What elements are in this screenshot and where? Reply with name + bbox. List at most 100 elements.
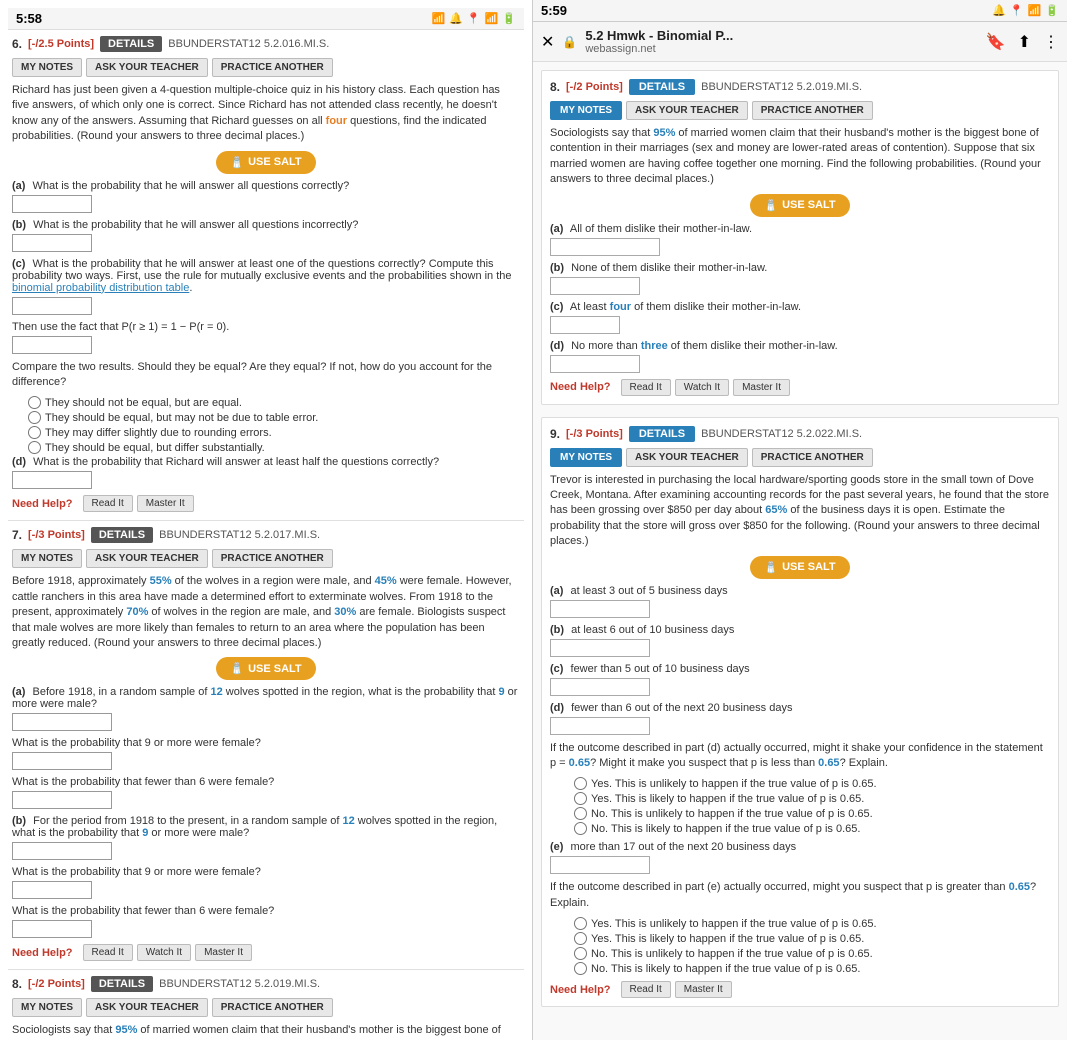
q8r-sub-c: (c) At least four of them dislike their … (550, 301, 1050, 334)
q7-read-it-btn[interactable]: Read It (83, 944, 133, 961)
q9-radio-d-3-input[interactable] (574, 807, 587, 820)
q6-master-it-btn[interactable]: Master It (137, 495, 194, 512)
q9-radio-e-2-input[interactable] (574, 932, 587, 945)
q9-b-input[interactable] (550, 639, 650, 657)
bookmark-icon[interactable]: 🔖 (986, 32, 1006, 52)
q9-radio-d-2: Yes. This is likely to happen if the tru… (574, 792, 1050, 805)
lock-icon: 🔒 (562, 35, 577, 49)
q8r-watch-it-btn[interactable]: Watch It (675, 379, 729, 396)
q7-b1-input[interactable] (12, 842, 112, 860)
q7-use-salt-btn[interactable]: 🧂 USE SALT (216, 657, 315, 680)
q6-use-salt-btn[interactable]: 🧂 USE SALT (216, 151, 315, 174)
q9-need-help: Need Help? (550, 984, 611, 996)
q9-radio-e-4: No. This is likely to happen if the true… (574, 962, 1050, 975)
close-icon[interactable]: ✕ (541, 32, 554, 52)
question-7-header: 7. [-/3 Points] DETAILS BBUNDERSTAT12 5.… (12, 527, 520, 543)
q9-radio-d-4-input[interactable] (574, 822, 587, 835)
q7-a2-input[interactable] (12, 752, 112, 770)
q8l-details-btn[interactable]: DETAILS (91, 976, 153, 992)
q8l-number: 8. (12, 977, 22, 991)
q9-details-btn[interactable]: DETAILS (629, 426, 695, 442)
q9-radio-d-1-input[interactable] (574, 777, 587, 790)
q6-radio-4-input[interactable] (28, 441, 41, 454)
q6-sub-d: (d) What is the probability that Richard… (12, 456, 520, 489)
q6-sub-b: (b) What is the probability that he will… (12, 219, 520, 252)
q9-use-salt-btn[interactable]: 🧂 USE SALT (750, 556, 849, 579)
q9-read-it-btn[interactable]: Read It (621, 981, 671, 998)
q9-d-input[interactable] (550, 717, 650, 735)
question-6-section: 6. [-/2.5 Points] DETAILS BBUNDERSTAT12 … (8, 30, 524, 521)
q6-details-btn[interactable]: DETAILS (100, 36, 162, 52)
q6-my-notes-btn[interactable]: MY NOTES (12, 58, 82, 77)
q6-radio-3-input[interactable] (28, 426, 41, 439)
q7-a3-input[interactable] (12, 791, 112, 809)
q6-practice-btn[interactable]: PRACTICE ANOTHER (212, 58, 333, 77)
q8r-read-it-btn[interactable]: Read It (621, 379, 671, 396)
q9-radio-d-2-input[interactable] (574, 792, 587, 805)
q6-points: [-/2.5 Points] (28, 38, 94, 50)
q9-sub-b: (b) at least 6 out of 10 business days (550, 624, 1050, 657)
q8r-actions: MY NOTES ASK YOUR TEACHER PRACTICE ANOTH… (550, 101, 1050, 120)
q6-radio-1-input[interactable] (28, 396, 41, 409)
q9-ask-teacher-btn[interactable]: ASK YOUR TEACHER (626, 448, 748, 467)
q7-b2-input[interactable] (12, 881, 92, 899)
q7-ask-teacher-btn[interactable]: ASK YOUR TEACHER (86, 549, 208, 568)
q9-practice-btn[interactable]: PRACTICE ANOTHER (752, 448, 873, 467)
q6-c2-input[interactable] (12, 336, 92, 354)
q8l-my-notes-btn[interactable]: MY NOTES (12, 998, 82, 1017)
q8r-master-it-btn[interactable]: Master It (733, 379, 790, 396)
q9-sub-d: (d) fewer than 6 out of the next 20 busi… (550, 702, 1050, 735)
q7-watch-it-btn[interactable]: Watch It (137, 944, 191, 961)
browser-action-icons: 🔖 ⬆ ⋮ (986, 32, 1059, 52)
q8r-practice-btn[interactable]: PRACTICE ANOTHER (752, 101, 873, 120)
q6-c1-input[interactable] (12, 297, 92, 315)
q9-radio-e-1-input[interactable] (574, 917, 587, 930)
q9-radio-e-2: Yes. This is likely to happen if the tru… (574, 932, 1050, 945)
q7-a1-input[interactable] (12, 713, 112, 731)
q6-binomial-link[interactable]: binomial probability distribution table (12, 282, 189, 294)
q8r-a-input[interactable] (550, 238, 660, 256)
location-icon: 📍 (467, 12, 481, 25)
q9-my-notes-btn[interactable]: My NoteS (550, 448, 622, 467)
left-time: 5:58 (16, 11, 42, 26)
share-icon[interactable]: ⬆ (1018, 32, 1031, 52)
right-time: 5:59 (541, 3, 567, 18)
q8r-c-input[interactable] (550, 316, 620, 334)
q8r-my-notes-btn[interactable]: MY NOTES (550, 101, 622, 120)
q8r-details-btn[interactable]: DETAILS (629, 79, 695, 95)
q7-actions: MY NOTES ASK YOUR TEACHER PRACTICE ANOTH… (12, 549, 520, 568)
q9-a-input[interactable] (550, 600, 650, 618)
q6-a-input[interactable] (12, 195, 92, 213)
q8l-ask-teacher-btn[interactable]: ASK YOUR TEACHER (86, 998, 208, 1017)
q7-sub-a: (a) Before 1918, in a random sample of 1… (12, 686, 520, 731)
q7-practice-btn[interactable]: PRACTICE ANOTHER (212, 549, 333, 568)
q6-radio-2: They should be equal, but may not be due… (28, 411, 520, 424)
q6-radio-2-input[interactable] (28, 411, 41, 424)
question-8-right-block: 8. [-/2 Points] DETAILS BBUNDERSTAT12 5.… (541, 70, 1059, 405)
right-content: 8. [-/2 Points] DETAILS BBUNDERSTAT12 5.… (533, 62, 1067, 1040)
q9-sub-e: (e) more than 17 out of the next 20 busi… (550, 841, 1050, 874)
q7-my-notes-btn[interactable]: MY NOTES (12, 549, 82, 568)
q6-read-it-btn[interactable]: Read It (83, 495, 133, 512)
q8r-use-salt-btn[interactable]: 🧂 USE SALT (750, 194, 849, 217)
q7-b3-input[interactable] (12, 920, 92, 938)
q9-radio-e-3-input[interactable] (574, 947, 587, 960)
q9-radio-e-4-input[interactable] (574, 962, 587, 975)
q9-e-input[interactable] (550, 856, 650, 874)
q7-details-btn[interactable]: DETAILS (91, 527, 153, 543)
voicemail-icon: 📶 (431, 12, 445, 25)
q6-ask-teacher-btn[interactable]: ASK YOUR TEACHER (86, 58, 208, 77)
q9-master-it-btn[interactable]: Master It (675, 981, 732, 998)
q6-b-input[interactable] (12, 234, 92, 252)
q8r-ask-teacher-btn[interactable]: ASK YOUR TEACHER (626, 101, 748, 120)
q6-radio-3: They may differ slightly due to rounding… (28, 426, 520, 439)
more-icon[interactable]: ⋮ (1043, 32, 1059, 52)
q8l-practice-btn[interactable]: PRACTICE ANOTHER (212, 998, 333, 1017)
q7-help: Need Help? Read It Watch It Master It (12, 944, 520, 961)
q6-d-input[interactable] (12, 471, 92, 489)
q9-c-input[interactable] (550, 678, 650, 696)
q8r-b-input[interactable] (550, 277, 640, 295)
q7-master-it-btn[interactable]: Master It (195, 944, 252, 961)
q9-actions: My NoteS ASK YOUR TEACHER PRACTICE ANOTH… (550, 448, 1050, 467)
q8r-d-input[interactable] (550, 355, 640, 373)
